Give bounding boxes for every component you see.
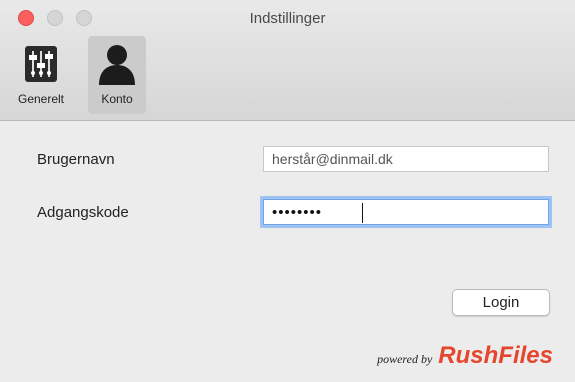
powered-by-rushfiles: powered by RushFiles: [377, 342, 553, 370]
powered-by-text: powered by: [377, 352, 433, 366]
window-title: Indstillinger: [249, 10, 326, 27]
login-button[interactable]: Login: [452, 289, 550, 316]
password-input[interactable]: [263, 199, 549, 225]
password-label: Adgangskode: [37, 204, 129, 221]
settings-window: Indstillinger Generelt Konto Brugernavn …: [0, 0, 575, 382]
text-caret: [362, 203, 363, 223]
tab-generelt-label: Generelt: [17, 92, 65, 106]
tab-konto-label: Konto: [101, 92, 133, 106]
username-input[interactable]: [263, 146, 549, 172]
tab-generelt[interactable]: Generelt: [10, 36, 72, 112]
user-silhouette-icon: [97, 42, 137, 86]
sliders-icon: [21, 42, 61, 86]
username-label: Brugernavn: [37, 151, 115, 168]
rushfiles-logo: RushFiles: [438, 342, 553, 369]
titlebar: Indstillinger Generelt Konto: [0, 0, 575, 121]
tab-konto[interactable]: Konto: [88, 36, 146, 114]
